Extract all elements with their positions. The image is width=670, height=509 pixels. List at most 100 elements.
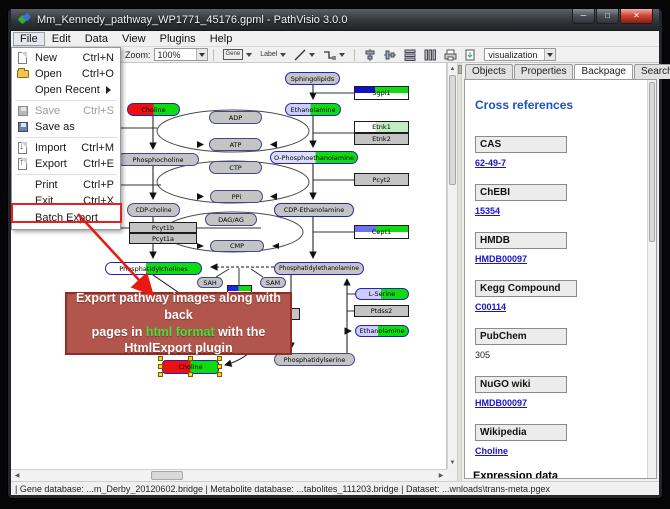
- file-menu-new[interactable]: NewCtrl+N: [12, 50, 120, 66]
- node-cept1[interactable]: Cept1: [354, 225, 409, 239]
- backpage-panel: Cross references CAS 62-49-7 ChEBI 15354…: [464, 79, 657, 479]
- gene-dropdown-icon[interactable]: [246, 53, 252, 60]
- node-o-phosphoethanolamine[interactable]: O-Phosphoethanolamine: [270, 151, 358, 164]
- selection-handle[interactable]: [217, 372, 222, 377]
- visualization-caret-icon[interactable]: [544, 49, 555, 60]
- xref-link[interactable]: HMDB00097: [475, 398, 527, 408]
- node-ethanolamine[interactable]: Ethanolamine: [285, 103, 341, 116]
- annotation-highlight: html format: [146, 325, 215, 339]
- xref-link[interactable]: C00114: [475, 302, 506, 312]
- xref-section-cas: CAS 62-49-7: [475, 136, 656, 168]
- minimize-button[interactable]: ─: [572, 9, 595, 24]
- node-pcyt2[interactable]: Pcyt2: [354, 173, 409, 186]
- align-center-button[interactable]: [363, 48, 377, 61]
- file-menu-export[interactable]: ↑ ExportCtrl+E: [12, 156, 120, 172]
- node-l-serine[interactable]: L-Serine: [355, 288, 409, 300]
- node-cdp-choline[interactable]: CDP-choline: [127, 203, 180, 217]
- menu-plugins[interactable]: Plugins: [153, 32, 203, 46]
- print-button[interactable]: [443, 48, 457, 61]
- node-adp[interactable]: ADP: [209, 111, 262, 124]
- visualization-combobox[interactable]: visualization: [484, 48, 556, 61]
- tab-objects[interactable]: Objects: [465, 64, 513, 79]
- label-dropdown-icon[interactable]: [280, 53, 286, 60]
- xref-section-chebi: ChEBI 15354: [475, 184, 656, 216]
- selection-handle[interactable]: [188, 372, 193, 377]
- xref-header: CAS: [475, 136, 567, 153]
- file-menu-print[interactable]: PrintCtrl+P: [12, 177, 120, 193]
- export-image-button[interactable]: [463, 48, 477, 61]
- xref-link[interactable]: Choline: [475, 446, 508, 456]
- node-choline[interactable]: Choline: [127, 103, 180, 116]
- file-menu-save[interactable]: SaveCtrl+S: [12, 103, 120, 119]
- cross-references-heading: Cross references: [475, 98, 656, 112]
- panel-vertical-scrollbar[interactable]: [647, 80, 656, 478]
- tab-properties[interactable]: Properties: [514, 64, 574, 79]
- node-dag[interactable]: DAG/AG: [205, 213, 257, 226]
- tab-backpage[interactable]: Backpage: [574, 64, 632, 79]
- canvas-horizontal-scrollbar[interactable]: ◀ ▶: [11, 469, 447, 481]
- file-menu-open-recent[interactable]: Open Recent: [12, 82, 120, 98]
- annotation-line3: HtmlExport plugin: [124, 340, 232, 357]
- line-dropdown-icon[interactable]: [309, 53, 315, 60]
- scroll-right-icon[interactable]: ▶: [436, 471, 446, 481]
- node-cdp-ethanolamine[interactable]: CDP-Ethanolamine: [274, 203, 354, 217]
- scroll-down-icon[interactable]: ▼: [448, 458, 457, 468]
- node-pcyt1a[interactable]: Pcyt1a: [129, 233, 197, 244]
- menu-help[interactable]: Help: [203, 32, 240, 46]
- xref-header: PubChem: [475, 328, 567, 345]
- line-icon: [294, 49, 306, 61]
- node-ptdss2[interactable]: Ptdss2: [354, 305, 409, 317]
- file-menu-open[interactable]: OpenCtrl+O: [12, 66, 120, 82]
- tab-search[interactable]: Search: [634, 64, 670, 79]
- connector-dropdown-icon[interactable]: [339, 53, 345, 60]
- add-label-button[interactable]: Label: [257, 48, 289, 61]
- canvas-vertical-scrollbar[interactable]: ▲ ▼: [447, 63, 457, 469]
- node-sphingolipids[interactable]: Sphingolipids: [285, 72, 340, 85]
- line-tool-button[interactable]: [291, 48, 318, 61]
- xref-link[interactable]: HMDB00097: [475, 254, 527, 264]
- node-ppi[interactable]: PPi: [210, 190, 263, 203]
- file-menu-import[interactable]: ↓ ImportCtrl+M: [12, 140, 120, 156]
- scroll-up-icon[interactable]: ▲: [448, 64, 457, 74]
- node-ethanolamine-2[interactable]: Ethanolamine: [355, 325, 409, 337]
- vscroll-thumb[interactable]: [449, 75, 456, 185]
- scroll-left-icon[interactable]: ◀: [12, 471, 22, 481]
- node-pcyt1b[interactable]: Pcyt1b: [129, 222, 197, 233]
- xref-section-wikipedia: Wikipedia Choline: [475, 424, 656, 456]
- status-text: | Gene database: ...m_Derby_20120602.bri…: [15, 484, 550, 494]
- xref-link[interactable]: 15354: [475, 206, 500, 216]
- maximize-button[interactable]: □: [596, 9, 619, 24]
- node-sam[interactable]: SAM: [260, 277, 286, 288]
- selection-handle[interactable]: [158, 372, 163, 377]
- file-menu-save-as[interactable]: Save as: [12, 119, 120, 135]
- status-bar: | Gene database: ...m_Derby_20120602.bri…: [11, 481, 659, 495]
- node-etnk1[interactable]: Etnk1: [354, 121, 409, 133]
- distribute-horizontal-button[interactable]: [423, 48, 437, 61]
- title-bar[interactable]: Mm_Kennedy_pathway_WP1771_45176.gpml - P…: [11, 9, 659, 31]
- close-button[interactable]: ✕: [620, 9, 653, 24]
- node-etnk2[interactable]: Etnk2: [354, 133, 409, 145]
- node-cmp[interactable]: CMP: [210, 240, 264, 252]
- selection-handle[interactable]: [217, 364, 222, 369]
- zoom-caret-icon[interactable]: [196, 49, 207, 60]
- align-middle-button[interactable]: [383, 48, 397, 61]
- menu-file[interactable]: File: [13, 32, 45, 46]
- panel-scroll-thumb[interactable]: [649, 82, 655, 242]
- connector-tool-button[interactable]: [320, 48, 348, 61]
- node-sah[interactable]: SAH: [197, 277, 223, 288]
- zoom-combobox[interactable]: 100%: [154, 48, 208, 61]
- menu-edit[interactable]: Edit: [45, 32, 78, 46]
- hscroll-thumb[interactable]: [151, 471, 183, 480]
- menu-view[interactable]: View: [115, 32, 153, 46]
- node-phosphatidylcholines[interactable]: Phosphatidylcholines: [105, 262, 202, 275]
- distribute-vertical-button[interactable]: [403, 48, 417, 61]
- node-phosphatidylethanolamine[interactable]: Phosphatidylethanolamine: [274, 262, 364, 275]
- node-atp[interactable]: ATP: [209, 138, 262, 151]
- add-gene-button[interactable]: Gene: [220, 48, 256, 61]
- menu-data[interactable]: Data: [78, 32, 115, 46]
- selection-handle[interactable]: [158, 364, 163, 369]
- node-ctp[interactable]: CTP: [209, 161, 262, 174]
- node-phosphocholine[interactable]: Phosphocholine: [117, 153, 199, 166]
- xref-link[interactable]: 62-49-7: [475, 158, 506, 168]
- node-sgpl1[interactable]: Sgpl1: [354, 86, 409, 100]
